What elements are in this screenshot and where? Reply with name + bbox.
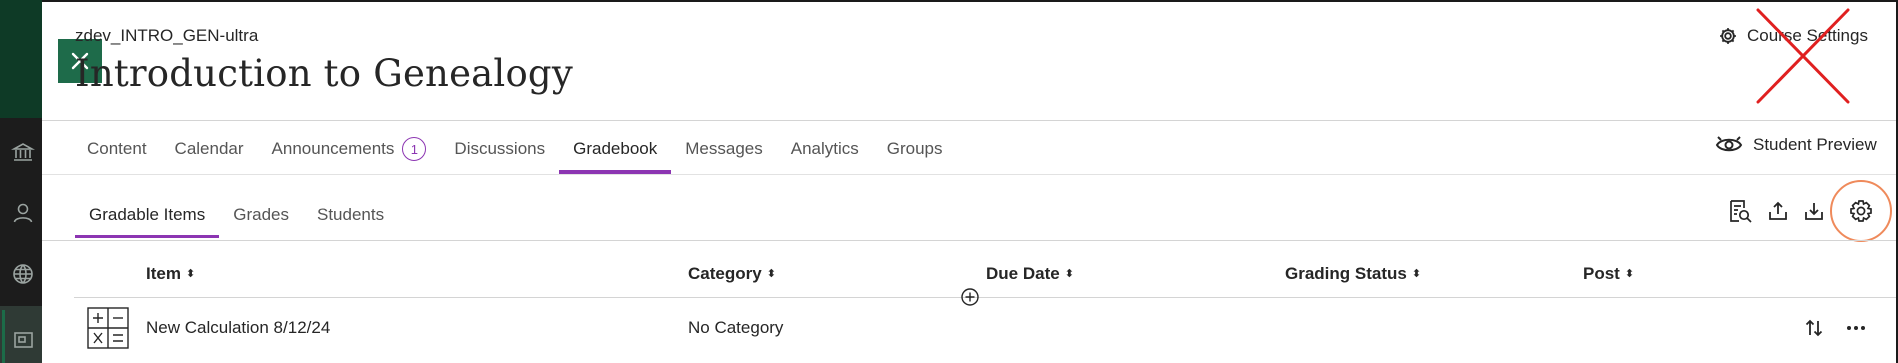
- student-preview-label: Student Preview: [1753, 135, 1877, 154]
- tab-students-label: Students: [316, 205, 385, 224]
- announcements-count-badge: 1: [402, 137, 427, 161]
- column-header-grading-status[interactable]: Grading Status ⬍: [1285, 264, 1421, 284]
- column-header-category[interactable]: Category ⬍: [688, 264, 776, 284]
- reorder-arrows-icon: [1805, 319, 1823, 337]
- rail-header: [0, 0, 42, 118]
- tab-gradebook-label: Gradebook: [573, 139, 658, 158]
- sort-icon: ⬍: [766, 267, 776, 280]
- course-icon: [11, 327, 35, 351]
- column-header-grading-status-label: Grading Status: [1285, 264, 1407, 283]
- tab-analytics[interactable]: Analytics: [777, 124, 873, 174]
- tab-gradable-items-label: Gradable Items: [89, 205, 206, 224]
- gradebook-settings-button[interactable]: [1845, 193, 1877, 229]
- tab-calendar-label: Calendar: [174, 139, 244, 158]
- tab-content[interactable]: Content: [73, 124, 161, 174]
- calculation-icon: [87, 307, 129, 349]
- gear-icon: [1850, 200, 1872, 222]
- course-settings-label: Course Settings: [1747, 26, 1868, 45]
- download-icon: [1805, 203, 1823, 220]
- column-header-due-date[interactable]: Due Date ⬍: [986, 264, 1074, 284]
- course-settings-button[interactable]: Course Settings: [1718, 26, 1868, 46]
- subnav-divider: [42, 240, 1896, 241]
- gradebook-subnav: Gradable Items Grades Students: [75, 192, 398, 238]
- upload-button[interactable]: [1762, 193, 1794, 229]
- tab-grades-label: Grades: [233, 205, 289, 224]
- tab-discussions-label: Discussions: [454, 139, 546, 158]
- row-category: No Category: [688, 318, 784, 337]
- sort-icon: ⬍: [1411, 267, 1422, 280]
- more-options-button[interactable]: [1842, 314, 1870, 342]
- tab-analytics-label: Analytics: [790, 139, 859, 158]
- column-header-item[interactable]: Item ⬍: [146, 264, 195, 284]
- rail-active-indicator: [2, 310, 5, 363]
- column-header-post[interactable]: Post ⬍: [1583, 264, 1634, 284]
- tab-calendar[interactable]: Calendar: [161, 124, 258, 174]
- tab-messages-label: Messages: [685, 139, 763, 158]
- nav-divider: [42, 174, 1896, 175]
- download-button[interactable]: [1798, 193, 1830, 229]
- document-search-icon: [1730, 200, 1752, 223]
- student-preview-button[interactable]: Student Preview: [1715, 133, 1877, 157]
- search-grades-button[interactable]: [1724, 193, 1756, 229]
- column-header-item-label: Item: [146, 264, 181, 283]
- tab-gradebook[interactable]: Gradebook: [559, 124, 672, 174]
- tab-students[interactable]: Students: [303, 192, 398, 238]
- header-divider: [42, 120, 1896, 121]
- course-panel: zdev_INTRO_GEN-ultra Introduction to Gen…: [42, 2, 1896, 363]
- sort-icon: ⬍: [1624, 267, 1635, 280]
- tab-gradable-items[interactable]: Gradable Items: [75, 192, 220, 238]
- tab-announcements-label: Announcements: [271, 139, 395, 158]
- eye-preview-icon: [1715, 136, 1743, 152]
- tab-messages[interactable]: Messages: [671, 124, 776, 174]
- tab-groups[interactable]: Groups: [873, 124, 957, 174]
- table-row[interactable]: New Calculation 8/12/24 No Category: [74, 298, 1896, 363]
- left-rail: [0, 0, 42, 363]
- column-header-post-label: Post: [1583, 264, 1620, 283]
- institution-icon[interactable]: [10, 140, 36, 164]
- course-navigation: Content Calendar Announcements 1 Discuss…: [73, 124, 957, 174]
- course-id: zdev_INTRO_GEN-ultra: [75, 26, 259, 45]
- row-item-name[interactable]: New Calculation 8/12/24: [146, 318, 330, 338]
- tab-content-label: Content: [87, 139, 147, 158]
- more-horizontal-icon: [1847, 326, 1865, 330]
- tab-groups-label: Groups: [886, 139, 943, 158]
- annotation-red-x: [1756, 8, 1850, 104]
- sort-icon: ⬍: [185, 267, 196, 280]
- tab-grades[interactable]: Grades: [219, 192, 303, 238]
- course-title: Introduction to Genealogy: [75, 52, 573, 95]
- reorder-button[interactable]: [1800, 314, 1828, 342]
- sort-icon: ⬍: [1064, 267, 1074, 280]
- rail-item-courses[interactable]: [0, 306, 42, 363]
- globe-icon[interactable]: [11, 262, 35, 286]
- gear-icon: [1720, 28, 1736, 44]
- upload-icon: [1769, 201, 1787, 220]
- tab-discussions[interactable]: Discussions: [440, 124, 559, 174]
- tab-announcements[interactable]: Announcements 1: [258, 124, 441, 174]
- profile-icon[interactable]: [11, 201, 35, 225]
- column-header-category-label: Category: [688, 264, 762, 283]
- column-header-due-date-label: Due Date: [986, 264, 1060, 283]
